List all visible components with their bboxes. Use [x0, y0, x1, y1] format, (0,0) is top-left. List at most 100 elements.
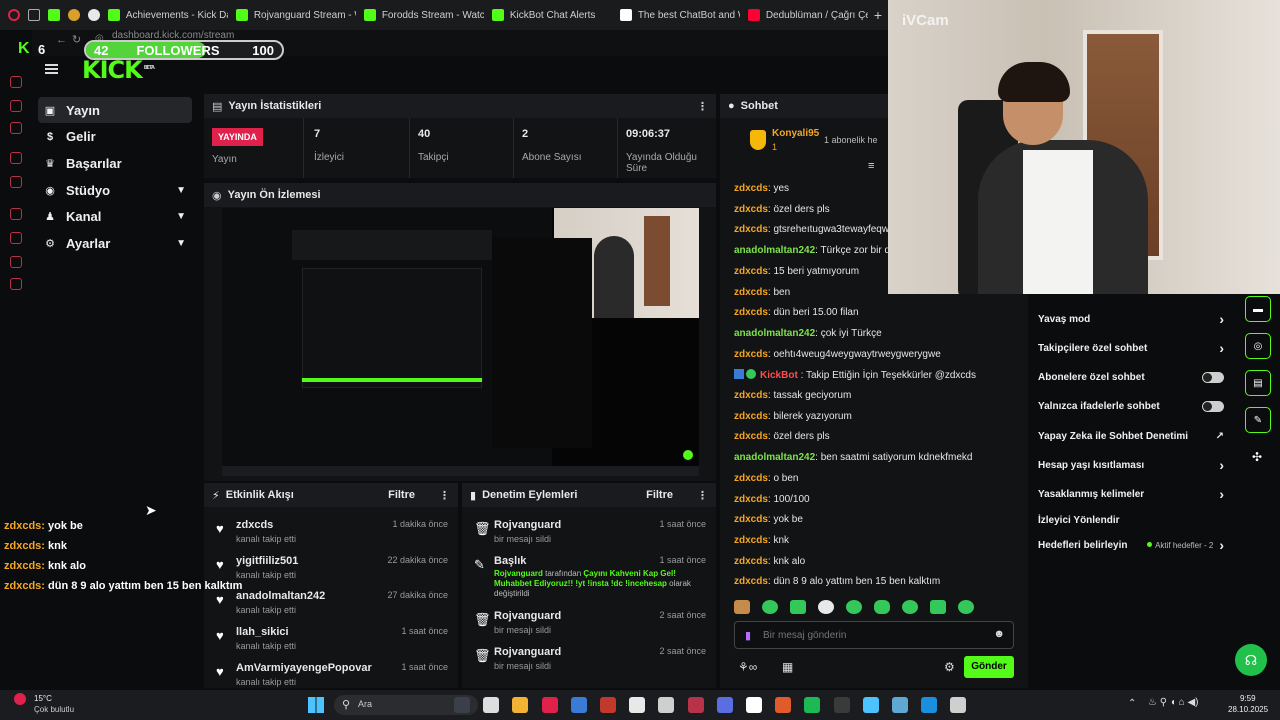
emote-icon[interactable] — [818, 600, 834, 614]
rail-app-icon[interactable] — [10, 76, 22, 88]
chat-username[interactable]: zdxcds — [734, 349, 768, 360]
moderation-row[interactable]: 🗑 Rojvanguard 2 saat önce bir mesajı sildi — [462, 606, 716, 640]
chat-message[interactable]: zdxcds: knk alo — [734, 556, 805, 567]
sidebar-item[interactable]: ◉ Stüdyo ▼ — [38, 177, 192, 203]
taskbar-app-icon[interactable] — [950, 697, 967, 713]
rail-app-icon[interactable] — [10, 122, 22, 134]
chat-message[interactable]: zdxcds: yes — [734, 183, 789, 194]
chat-message[interactable]: anadolmaltan242: ben saatmi satiyorum kd… — [734, 452, 972, 463]
activity-row[interactable]: ♥ AmVarmiyayengePopovar kanalı takip etti 1… — [204, 658, 458, 688]
kick-tab-icon[interactable] — [48, 9, 60, 21]
moderation-actor[interactable]: Başlık — [494, 555, 526, 567]
tray-icons[interactable]: ♨ ⚲ ◖ ⌂ ◀) — [1148, 697, 1199, 708]
browser-tab[interactable]: The best ChatBot and W — [612, 0, 740, 30]
chat-username[interactable]: zdxcds — [734, 411, 768, 422]
browser-tab[interactable]: Forodds Stream - Watch — [356, 0, 484, 30]
taskbar-app-icon[interactable] — [629, 697, 646, 713]
activity-row[interactable]: ♥ zdxcds kanalı takip etti 1 dakika önce — [204, 515, 458, 551]
chat-message[interactable]: KickBot : Takip Ettiğin İçin Teşekkürler… — [734, 369, 976, 381]
moderation-filter[interactable]: Filtre — [646, 489, 673, 501]
chat-message[interactable]: zdxcds: knk — [734, 535, 789, 546]
chat-side-icon[interactable]: ▬ — [1245, 296, 1271, 322]
store-icon[interactable]: ▦ — [782, 660, 793, 674]
chat-setting-item[interactable]: Yalnızca ifadelerle sohbet — [1030, 396, 1230, 416]
activity-user[interactable]: AmVarmiyayengePopovar — [236, 662, 372, 674]
chat-username[interactable]: anadolmaltan242 — [734, 245, 815, 256]
chat-input[interactable] — [763, 626, 983, 644]
chat-setting-item[interactable]: Yasaklanmış kelimeler › — [1030, 484, 1230, 504]
extensions-side-icon[interactable]: ✣ — [1252, 450, 1262, 464]
browser-controls[interactable] — [0, 0, 100, 30]
moderation-actor[interactable]: Rojvanguard — [494, 519, 561, 531]
emoji-icon[interactable]: ☻ — [993, 628, 1005, 640]
chat-filter-icon[interactable]: ≡ — [868, 160, 874, 172]
emote-icon[interactable] — [958, 600, 974, 614]
gamepad-icon[interactable] — [28, 9, 40, 21]
taskbar-app-icon[interactable] — [862, 697, 879, 713]
layout-side-icon[interactable]: ▤ — [1245, 370, 1271, 396]
chat-message[interactable]: zdxcds: tassak geciyorum — [734, 390, 851, 401]
tray-chevron-icon[interactable]: ⌃ — [1128, 698, 1136, 709]
chat-username[interactable]: zdxcds — [734, 514, 768, 525]
taskbar-app-icon[interactable] — [570, 697, 587, 713]
chat-username[interactable]: zdxcds — [734, 287, 768, 298]
sidebar-item[interactable]: $ Gelir — [38, 124, 192, 150]
mic-icon[interactable]: ▮ — [745, 629, 751, 642]
chat-username[interactable]: zdxcds — [734, 390, 768, 401]
browser-tab[interactable]: KickBot Chat Alerts — [484, 0, 612, 30]
emote-icon[interactable] — [874, 600, 890, 614]
taskbar-app-icon[interactable] — [892, 697, 908, 713]
moderation-by[interactable]: Rojvanguard — [494, 569, 543, 578]
weather-desc[interactable]: Çok bulutlu — [34, 705, 74, 714]
activity-menu-icon[interactable]: ⋮ — [439, 489, 450, 502]
reload-icon[interactable]: ↻ — [72, 33, 81, 46]
weather-temp[interactable]: 15°C — [34, 694, 52, 703]
chat-message[interactable]: zdxcds: yok be — [734, 514, 803, 525]
sidebar-item[interactable]: ♛ Başarılar — [38, 150, 192, 176]
browser-tab[interactable]: Dedublüman / Çağrı Çelik — [740, 0, 868, 30]
chat-username[interactable]: zdxcds — [734, 307, 768, 318]
taskbar-app-icon[interactable] — [775, 697, 792, 713]
sidebar-item[interactable]: ▣ Yayın — [38, 97, 192, 123]
chat-settings-icon[interactable]: ⚙ — [944, 660, 955, 674]
taskbar-app-icon[interactable] — [658, 697, 675, 713]
chat-username[interactable]: anadolmaltan242 — [734, 452, 815, 463]
chat-username[interactable]: zdxcds — [734, 473, 768, 484]
rail-app-icon[interactable] — [10, 256, 22, 268]
activity-row[interactable]: ♥ llah_sikici kanalı takip etti 1 saat önce — [204, 622, 458, 658]
windows-start-icon[interactable] — [308, 697, 324, 713]
chevron-down-icon[interactable]: ▼ — [176, 211, 186, 222]
chat-message[interactable]: zdxcds: ben — [734, 287, 790, 298]
taskbar-app-icon[interactable] — [746, 697, 762, 713]
taskbar-app-icon[interactable] — [833, 697, 850, 713]
taskbar-app-icon[interactable] — [541, 697, 558, 713]
moderation-row[interactable]: 🗑 Rojvanguard 1 saat önce bir mesajı sildi — [462, 515, 716, 549]
chat-message[interactable]: zdxcds: oehtı4weug4weygwaytrweygwerygwe — [734, 349, 941, 360]
toggle-switch[interactable] — [1202, 400, 1224, 412]
chat-setting-item[interactable]: Hedefleri belirleyin Aktif hedefler - 2 › — [1030, 535, 1230, 555]
activity-user[interactable]: yigitfiiliz501 — [236, 555, 298, 567]
chat-message[interactable]: zdxcds: dün 8 9 alo yattım ben 15 ben ka… — [734, 576, 940, 587]
chat-username[interactable]: zdxcds — [734, 224, 768, 235]
chat-message[interactable]: zdxcds: gtsreheıtugwa3tewayfeqwft3 — [734, 224, 900, 235]
taskbar-app-icon[interactable] — [483, 697, 500, 713]
chat-username[interactable]: anadolmaltan242 — [734, 328, 815, 339]
taskbar-app-icon[interactable] — [687, 697, 704, 713]
activity-user[interactable]: anadolmaltan242 — [236, 590, 325, 602]
chat-message[interactable]: zdxcds: bilerek yazıyorum — [734, 411, 852, 422]
rail-app-icon[interactable] — [10, 152, 22, 164]
chat-username[interactable]: zdxcds — [734, 535, 768, 546]
moderation-row[interactable]: 🗑 Rojvanguard 2 saat önce bir mesajı sildi — [462, 642, 716, 676]
emote-icon[interactable] — [930, 600, 946, 614]
chat-setting-item[interactable]: Yavaş mod › — [1030, 309, 1230, 329]
chat-username[interactable]: KickBot — [760, 370, 798, 381]
toggle-switch[interactable] — [1202, 371, 1224, 383]
kick-rail-logo[interactable]: K — [18, 40, 30, 58]
rail-app-icon[interactable] — [10, 176, 22, 188]
taskbar-app-icon[interactable] — [454, 697, 470, 713]
chat-message[interactable]: zdxcds: 15 beri yatmıyorum — [734, 266, 859, 277]
chat-message[interactable]: anadolmaltan242: çok iyi Türkçe — [734, 328, 882, 339]
browser-tab[interactable]: Rojvanguard Stream - W — [228, 0, 356, 30]
chevron-down-icon[interactable]: ▼ — [176, 238, 186, 249]
chat-message[interactable]: zdxcds: o ben — [734, 473, 799, 484]
